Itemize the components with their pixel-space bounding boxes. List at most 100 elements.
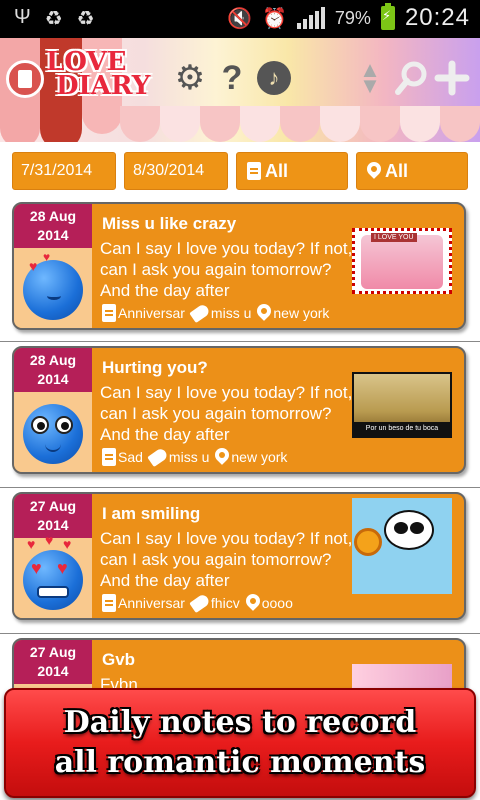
location-tag: new york <box>254 301 330 321</box>
big-eyes-emoji-icon <box>23 404 83 464</box>
start-date-value: 7/31/2014 <box>21 162 93 179</box>
entry-day: 28 Aug <box>29 208 77 224</box>
mood-box: ♥ ♥ <box>14 248 92 328</box>
music-icon[interactable]: ♪ <box>254 58 294 98</box>
tag-text: fhicv <box>210 595 240 611</box>
list-item: 27 Aug 2014 ♥ ♥ ♥ ♥ ♥ I am smiling Can I… <box>0 488 480 634</box>
entry-thumbnail[interactable]: I LOVE YOU <box>352 228 452 294</box>
help-icon[interactable]: ? <box>212 58 252 98</box>
entry-tags: Anniversar miss u new york <box>102 301 330 324</box>
mute-icon: 🔇 <box>227 7 252 30</box>
entry-title: I am smiling <box>102 504 201 523</box>
promo-banner: Daily notes to record all romantic momen… <box>4 688 476 798</box>
notification-icons: Ψ ♻ ♻ <box>14 6 95 31</box>
category-text: Anniversar <box>118 305 185 321</box>
thumbnail-caption: Por un beso de tu boca <box>354 422 450 436</box>
sort-icon[interactable]: ▲ ▼ <box>350 58 390 98</box>
thumbnail-caption: I LOVE YOU <box>371 233 417 242</box>
entry-tags: Anniversar fhicv oooo <box>102 591 293 614</box>
entry-year: 2014 <box>37 371 69 387</box>
mood-box: ♥ ♥ ♥ ♥ ♥ <box>14 532 92 618</box>
entry-date: 28 Aug 2014 <box>14 204 92 248</box>
entry-title: Gvb <box>102 650 136 669</box>
banner-line1: Daily notes to record <box>63 705 417 740</box>
entry-day: 27 Aug <box>29 498 77 514</box>
recycle-icon: ♻ <box>76 8 95 30</box>
entry-card[interactable]: 28 Aug 2014 ♥ ♥ Miss u like crazy Can I … <box>12 202 466 330</box>
entry-day: 28 Aug <box>29 352 77 368</box>
entry-date: 27 Aug 2014 <box>14 640 92 684</box>
battery-percent: 79% <box>334 7 371 28</box>
entry-card[interactable]: 28 Aug 2014 Hurting you? Can I say I lov… <box>12 346 466 474</box>
end-date-filter[interactable]: 8/30/2014 <box>124 152 228 190</box>
entry-card[interactable]: 27 Aug 2014 ♥ ♥ ♥ ♥ ♥ I am smiling Can I… <box>12 492 466 620</box>
label-tag: miss u <box>147 446 210 468</box>
category-value: All <box>265 160 289 181</box>
entry-day: 27 Aug <box>29 644 77 660</box>
entry-year: 2014 <box>37 227 69 243</box>
system-icons: 🔇 ⏰ 79% 20:24 <box>227 3 470 32</box>
entry-thumbnail[interactable] <box>352 498 452 594</box>
gear-icon[interactable]: ⚙ <box>170 58 210 98</box>
location-filter[interactable]: All <box>356 152 468 190</box>
app-header: LOVE DIARY ⚙ ? ♪ ▲ ▼ <box>0 38 480 142</box>
alarm-icon: ⏰ <box>262 7 287 30</box>
banner-line2: all romantic moments <box>54 745 426 780</box>
usb-icon: Ψ <box>14 6 31 28</box>
category-text: Sad <box>118 449 143 465</box>
entry-title: Hurting you? <box>102 358 208 377</box>
document-icon <box>102 448 116 466</box>
tag-text: miss u <box>210 305 252 321</box>
add-icon[interactable] <box>432 58 472 98</box>
tag-text: miss u <box>168 449 210 465</box>
entry-body: Can I say I love you today? If not, can … <box>100 529 353 590</box>
location-pin-icon <box>212 445 233 465</box>
list-item: 28 Aug 2014 Hurting you? Can I say I lov… <box>0 342 480 488</box>
banner-text: Daily notes to record all romantic momen… <box>55 703 426 783</box>
tag-icon <box>189 302 211 324</box>
mood-box <box>14 392 92 472</box>
category-tag: Anniversar <box>102 304 185 322</box>
entry-title: Miss u like crazy <box>102 214 237 233</box>
signal-icon <box>296 7 325 29</box>
location-value: All <box>385 160 409 181</box>
category-tag: Sad <box>102 448 143 466</box>
location-pin-icon <box>242 591 263 611</box>
battery-icon <box>380 3 395 30</box>
end-date-value: 8/30/2014 <box>133 162 205 179</box>
entry-thumbnail[interactable]: Por un beso de tu boca <box>352 372 452 438</box>
label-tag: fhicv <box>189 592 240 614</box>
location-pin-icon <box>254 301 275 321</box>
list-item: 28 Aug 2014 ♥ ♥ Miss u like crazy Can I … <box>0 196 480 342</box>
heart-eyes-emoji-icon: ♥ ♥ ♥ ♥ ♥ <box>23 532 83 610</box>
label-tag: miss u <box>189 302 252 324</box>
location-tag: new york <box>212 445 288 465</box>
entry-date: 28 Aug 2014 <box>14 348 92 392</box>
location-text: oooo <box>261 595 293 611</box>
category-tag: Anniversar <box>102 594 185 612</box>
clock: 20:24 <box>404 4 470 31</box>
location-tag: oooo <box>242 591 293 611</box>
status-bar: Ψ ♻ ♻ 🔇 ⏰ 79% 20:24 <box>0 0 480 38</box>
document-icon <box>102 594 116 612</box>
category-filter[interactable]: All <box>236 152 348 190</box>
awning-decoration <box>0 106 480 142</box>
document-icon <box>245 160 263 182</box>
tag-icon <box>189 592 211 614</box>
entry-body: Can I say I love you today? If not, can … <box>100 239 353 300</box>
recycle-icon: ♻ <box>44 8 63 30</box>
kiss-emoji-icon: ♥ ♥ <box>23 250 83 320</box>
document-icon <box>102 304 116 322</box>
entry-tags: Sad miss u new york <box>102 445 288 468</box>
filter-bar: 7/31/2014 8/30/2014 All All <box>0 152 480 190</box>
location-pin-icon <box>364 159 384 182</box>
location-text: new york <box>231 449 288 465</box>
logo-line2: DIARY <box>56 71 151 101</box>
start-date-filter[interactable]: 7/31/2014 <box>12 152 116 190</box>
entry-body: Can I say I love you today? If not, can … <box>100 383 353 444</box>
location-text: new york <box>273 305 330 321</box>
app-logo: LOVE DIARY <box>38 49 160 106</box>
search-icon[interactable] <box>392 58 432 98</box>
tag-icon <box>147 446 169 468</box>
category-text: Anniversar <box>118 595 185 611</box>
